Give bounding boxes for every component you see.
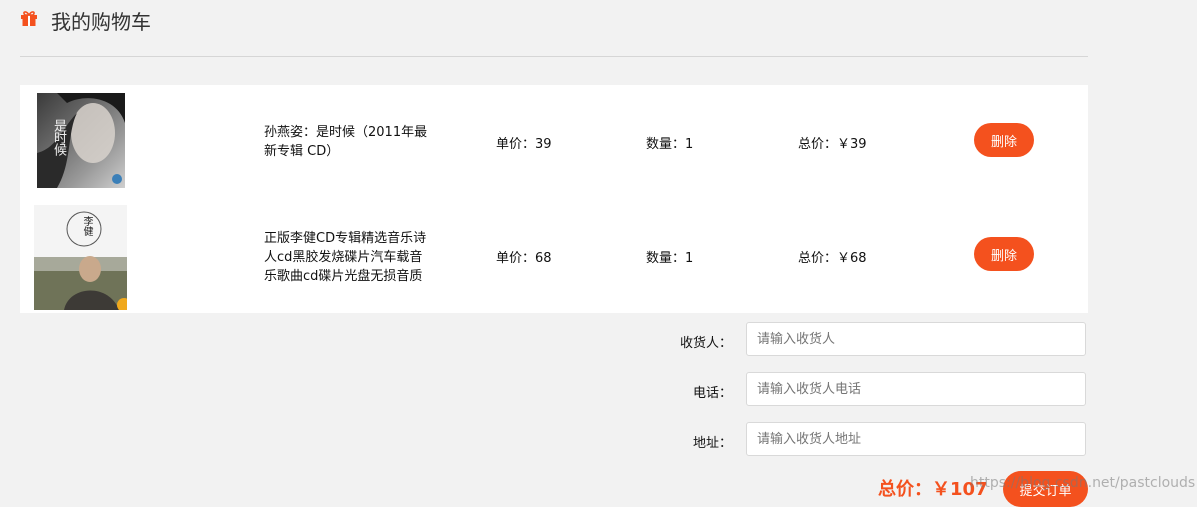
album-cover-image: 李健 xyxy=(34,205,127,310)
receiver-row: 收货人： xyxy=(0,322,1197,358)
item-name: 孙燕姿：是时候（2011年最新专辑 CD） xyxy=(264,125,428,159)
item-name: 正版李健CD专辑精选音乐诗人cd黑胶发烧碟片汽车载音乐歌曲cd碟片光盘无损音质 xyxy=(264,231,427,284)
album-cover-image: 是时候 xyxy=(37,93,125,188)
album-cover-text: 李健 xyxy=(81,216,92,236)
album-cover-text: 是时候 xyxy=(51,119,66,155)
phone-row: 电话： xyxy=(0,372,1197,408)
address-label: 地址： xyxy=(692,436,732,451)
cart-item: 李健 正版李健CD专辑精选音乐诗人cd黑胶发烧碟片汽车载音乐歌曲cd碟片光盘无损… xyxy=(20,199,1088,313)
cart-list: 是时候 孙燕姿：是时候（2011年最新专辑 CD） 单价：39 数量：1 总价：… xyxy=(20,85,1088,313)
item-unit-price: 单价：39 xyxy=(496,137,552,152)
gift-icon xyxy=(21,11,37,26)
item-quantity: 数量：1 xyxy=(646,137,694,152)
address-input[interactable] xyxy=(746,422,1086,456)
item-total-price: 总价：￥68 xyxy=(798,251,867,266)
phone-label: 电话： xyxy=(692,386,732,401)
item-total-price: 总价：￥39 xyxy=(798,137,867,152)
item-unit-price: 单价：68 xyxy=(496,251,552,266)
page-header: 我的购物车 xyxy=(20,0,1088,57)
receiver-input[interactable] xyxy=(746,322,1086,356)
page-title: 我的购物车 xyxy=(51,10,151,34)
cart-item: 是时候 孙燕姿：是时候（2011年最新专辑 CD） 单价：39 数量：1 总价：… xyxy=(20,85,1088,199)
item-quantity: 数量：1 xyxy=(646,251,694,266)
grand-total: 总价：￥107 xyxy=(878,479,988,500)
delete-button[interactable]: 删除 xyxy=(974,123,1034,157)
phone-input[interactable] xyxy=(746,372,1086,406)
address-row: 地址： xyxy=(0,422,1197,458)
receiver-label: 收货人： xyxy=(679,336,732,351)
delete-button[interactable]: 删除 xyxy=(974,237,1034,271)
